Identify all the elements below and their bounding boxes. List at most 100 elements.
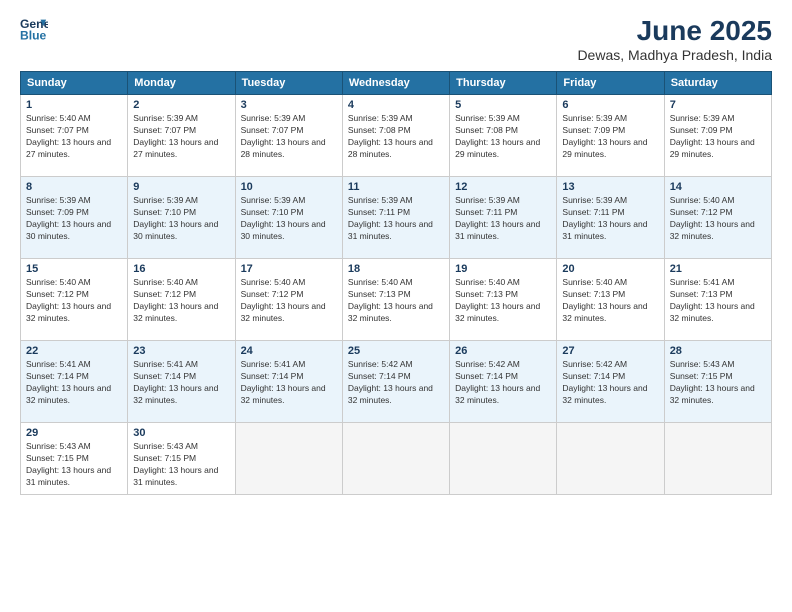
calendar-header-row: Sunday Monday Tuesday Wednesday Thursday…	[21, 72, 772, 95]
col-monday: Monday	[128, 72, 235, 95]
day-number: 23	[133, 345, 229, 357]
title-area: June 2025 Dewas, Madhya Pradesh, India	[577, 15, 772, 63]
day-info: Sunrise: 5:40 AM Sunset: 7:07 PM Dayligh…	[26, 113, 122, 161]
day-info: Sunrise: 5:40 AM Sunset: 7:12 PM Dayligh…	[133, 277, 229, 325]
calendar-cell: 20 Sunrise: 5:40 AM Sunset: 7:13 PM Dayl…	[557, 259, 664, 341]
calendar-cell: 30 Sunrise: 5:43 AM Sunset: 7:15 PM Dayl…	[128, 423, 235, 495]
day-number: 30	[133, 427, 229, 439]
calendar-cell: 16 Sunrise: 5:40 AM Sunset: 7:12 PM Dayl…	[128, 259, 235, 341]
day-number: 3	[241, 99, 337, 111]
calendar-cell: 15 Sunrise: 5:40 AM Sunset: 7:12 PM Dayl…	[21, 259, 128, 341]
calendar-cell: 28 Sunrise: 5:43 AM Sunset: 7:15 PM Dayl…	[664, 341, 771, 423]
day-number: 9	[133, 181, 229, 193]
calendar-cell: 13 Sunrise: 5:39 AM Sunset: 7:11 PM Dayl…	[557, 177, 664, 259]
col-wednesday: Wednesday	[342, 72, 449, 95]
day-number: 20	[562, 263, 658, 275]
calendar-table: Sunday Monday Tuesday Wednesday Thursday…	[20, 71, 772, 495]
day-info: Sunrise: 5:41 AM Sunset: 7:14 PM Dayligh…	[26, 359, 122, 407]
day-info: Sunrise: 5:42 AM Sunset: 7:14 PM Dayligh…	[455, 359, 551, 407]
calendar-cell: 26 Sunrise: 5:42 AM Sunset: 7:14 PM Dayl…	[450, 341, 557, 423]
day-number: 10	[241, 181, 337, 193]
day-number: 17	[241, 263, 337, 275]
calendar-cell: 12 Sunrise: 5:39 AM Sunset: 7:11 PM Dayl…	[450, 177, 557, 259]
day-number: 27	[562, 345, 658, 357]
day-number: 28	[670, 345, 766, 357]
calendar-cell: 5 Sunrise: 5:39 AM Sunset: 7:08 PM Dayli…	[450, 95, 557, 177]
day-info: Sunrise: 5:40 AM Sunset: 7:13 PM Dayligh…	[348, 277, 444, 325]
calendar-cell: 11 Sunrise: 5:39 AM Sunset: 7:11 PM Dayl…	[342, 177, 449, 259]
calendar-cell: 29 Sunrise: 5:43 AM Sunset: 7:15 PM Dayl…	[21, 423, 128, 495]
calendar-cell	[342, 423, 449, 495]
day-info: Sunrise: 5:39 AM Sunset: 7:08 PM Dayligh…	[455, 113, 551, 161]
day-info: Sunrise: 5:39 AM Sunset: 7:10 PM Dayligh…	[133, 195, 229, 243]
calendar-cell: 24 Sunrise: 5:41 AM Sunset: 7:14 PM Dayl…	[235, 341, 342, 423]
day-info: Sunrise: 5:43 AM Sunset: 7:15 PM Dayligh…	[133, 441, 229, 489]
calendar-cell: 23 Sunrise: 5:41 AM Sunset: 7:14 PM Dayl…	[128, 341, 235, 423]
calendar-week-row: 1 Sunrise: 5:40 AM Sunset: 7:07 PM Dayli…	[21, 95, 772, 177]
col-sunday: Sunday	[21, 72, 128, 95]
day-info: Sunrise: 5:39 AM Sunset: 7:11 PM Dayligh…	[455, 195, 551, 243]
day-number: 18	[348, 263, 444, 275]
day-info: Sunrise: 5:41 AM Sunset: 7:14 PM Dayligh…	[241, 359, 337, 407]
day-number: 1	[26, 99, 122, 111]
day-info: Sunrise: 5:43 AM Sunset: 7:15 PM Dayligh…	[670, 359, 766, 407]
day-info: Sunrise: 5:40 AM Sunset: 7:12 PM Dayligh…	[670, 195, 766, 243]
calendar-week-row: 29 Sunrise: 5:43 AM Sunset: 7:15 PM Dayl…	[21, 423, 772, 495]
day-info: Sunrise: 5:43 AM Sunset: 7:15 PM Dayligh…	[26, 441, 122, 489]
logo-icon: General Blue	[20, 15, 48, 43]
col-friday: Friday	[557, 72, 664, 95]
day-info: Sunrise: 5:39 AM Sunset: 7:11 PM Dayligh…	[348, 195, 444, 243]
day-number: 16	[133, 263, 229, 275]
day-info: Sunrise: 5:39 AM Sunset: 7:10 PM Dayligh…	[241, 195, 337, 243]
calendar-cell: 2 Sunrise: 5:39 AM Sunset: 7:07 PM Dayli…	[128, 95, 235, 177]
calendar-cell: 27 Sunrise: 5:42 AM Sunset: 7:14 PM Dayl…	[557, 341, 664, 423]
calendar-cell	[450, 423, 557, 495]
day-number: 25	[348, 345, 444, 357]
calendar-cell	[235, 423, 342, 495]
location-subtitle: Dewas, Madhya Pradesh, India	[577, 47, 772, 63]
day-number: 21	[670, 263, 766, 275]
calendar-cell: 10 Sunrise: 5:39 AM Sunset: 7:10 PM Dayl…	[235, 177, 342, 259]
day-number: 13	[562, 181, 658, 193]
calendar-cell: 22 Sunrise: 5:41 AM Sunset: 7:14 PM Dayl…	[21, 341, 128, 423]
day-number: 15	[26, 263, 122, 275]
day-info: Sunrise: 5:39 AM Sunset: 7:09 PM Dayligh…	[26, 195, 122, 243]
day-info: Sunrise: 5:40 AM Sunset: 7:13 PM Dayligh…	[562, 277, 658, 325]
day-info: Sunrise: 5:41 AM Sunset: 7:14 PM Dayligh…	[133, 359, 229, 407]
col-thursday: Thursday	[450, 72, 557, 95]
day-number: 22	[26, 345, 122, 357]
day-info: Sunrise: 5:40 AM Sunset: 7:13 PM Dayligh…	[455, 277, 551, 325]
day-number: 2	[133, 99, 229, 111]
calendar-cell: 6 Sunrise: 5:39 AM Sunset: 7:09 PM Dayli…	[557, 95, 664, 177]
logo: General Blue	[20, 15, 48, 43]
header: General Blue June 2025 Dewas, Madhya Pra…	[20, 15, 772, 63]
month-title: June 2025	[577, 15, 772, 47]
calendar-cell: 17 Sunrise: 5:40 AM Sunset: 7:12 PM Dayl…	[235, 259, 342, 341]
calendar-cell: 14 Sunrise: 5:40 AM Sunset: 7:12 PM Dayl…	[664, 177, 771, 259]
day-number: 8	[26, 181, 122, 193]
calendar-cell: 8 Sunrise: 5:39 AM Sunset: 7:09 PM Dayli…	[21, 177, 128, 259]
day-info: Sunrise: 5:39 AM Sunset: 7:07 PM Dayligh…	[133, 113, 229, 161]
svg-text:Blue: Blue	[20, 28, 47, 42]
calendar-week-row: 22 Sunrise: 5:41 AM Sunset: 7:14 PM Dayl…	[21, 341, 772, 423]
day-number: 7	[670, 99, 766, 111]
col-saturday: Saturday	[664, 72, 771, 95]
day-number: 6	[562, 99, 658, 111]
day-number: 5	[455, 99, 551, 111]
day-number: 26	[455, 345, 551, 357]
day-number: 11	[348, 181, 444, 193]
day-info: Sunrise: 5:39 AM Sunset: 7:09 PM Dayligh…	[562, 113, 658, 161]
day-number: 19	[455, 263, 551, 275]
day-info: Sunrise: 5:42 AM Sunset: 7:14 PM Dayligh…	[348, 359, 444, 407]
col-tuesday: Tuesday	[235, 72, 342, 95]
calendar-cell: 21 Sunrise: 5:41 AM Sunset: 7:13 PM Dayl…	[664, 259, 771, 341]
calendar-page: General Blue June 2025 Dewas, Madhya Pra…	[0, 0, 792, 612]
calendar-cell	[664, 423, 771, 495]
day-info: Sunrise: 5:39 AM Sunset: 7:08 PM Dayligh…	[348, 113, 444, 161]
day-info: Sunrise: 5:39 AM Sunset: 7:07 PM Dayligh…	[241, 113, 337, 161]
day-info: Sunrise: 5:40 AM Sunset: 7:12 PM Dayligh…	[26, 277, 122, 325]
day-info: Sunrise: 5:39 AM Sunset: 7:09 PM Dayligh…	[670, 113, 766, 161]
calendar-cell: 4 Sunrise: 5:39 AM Sunset: 7:08 PM Dayli…	[342, 95, 449, 177]
day-number: 4	[348, 99, 444, 111]
day-info: Sunrise: 5:41 AM Sunset: 7:13 PM Dayligh…	[670, 277, 766, 325]
